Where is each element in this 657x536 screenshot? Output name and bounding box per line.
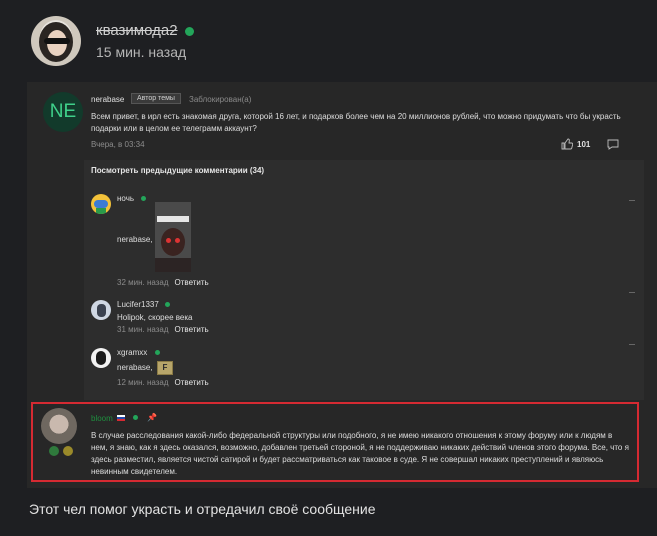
online-status-dot [141,196,146,201]
topic-author-avatar: NE [43,92,83,132]
comment-text: nerabase, [117,363,153,372]
online-status-dot [155,350,160,355]
comment-icon [607,139,619,150]
topic-author-name: nerabase [91,95,125,104]
flag-icon [117,415,125,421]
online-status-dot [185,27,194,36]
show-previous-comments: Посмотреть предыдущие комментарии (34) [91,166,265,175]
message-text: Этот чел помог украсть и отредачил своё … [29,501,376,517]
comment-time: 31 мин. назад [117,325,169,334]
meme-image [155,202,191,272]
comment-avatar [91,348,111,368]
topic-timestamp: Вчера, в 03:34 [91,140,145,149]
comment-meta: 31 мин. назад Ответить [117,325,209,334]
topic-text: Всем привет, в ирл есть знакомая друга, … [91,112,621,133]
scroll-marker [629,344,635,345]
online-status-dot [133,415,138,420]
comment-meta: 12 мин. назад Ответить [117,378,209,387]
forum-screenshot: NE nerabase Автор темы Заблокирован(а) В… [27,82,657,488]
comment-time: 12 мин. назад [117,378,169,387]
highlighted-comment-avatar [41,408,77,444]
online-status-dot [165,302,170,307]
f-sticker: F [157,361,173,375]
comment-text: Holipok, скорее века [117,313,193,322]
comment-author: xgramxx [117,348,148,357]
reply-link: Ответить [174,325,209,334]
scroll-marker [629,200,635,201]
reply-link: Ответить [174,278,209,287]
highlighted-comment-text: В случае расследования какой-либо федера… [91,431,629,476]
poster-avatar[interactable] [31,16,81,66]
poster-name[interactable]: квазимода2 [96,22,178,39]
comment-avatar [91,194,111,214]
scroll-marker [629,292,635,293]
comment-avatar [91,300,111,320]
topic-author-badge: Автор темы [131,93,181,104]
reply-link: Ответить [174,378,209,387]
blocked-status: Заблокирован(а) [189,95,252,104]
dollar-badge-icon [63,446,73,456]
comment-text: nerabase, [117,235,153,244]
post-timestamp: 15 мин. назад [96,44,187,60]
pin-icon: 📌 [147,413,157,422]
likes-count: 101 [577,140,591,149]
comment-author: Lucifer1337 [117,300,159,309]
like-icon [561,138,573,150]
comment-time: 32 мин. назад [117,278,169,287]
comment-author: ночь [117,194,135,203]
comment-meta: 32 мин. назад Ответить [117,278,209,287]
highlighted-comment-author: bloom [91,414,113,423]
lightning-badge-icon [49,446,59,456]
